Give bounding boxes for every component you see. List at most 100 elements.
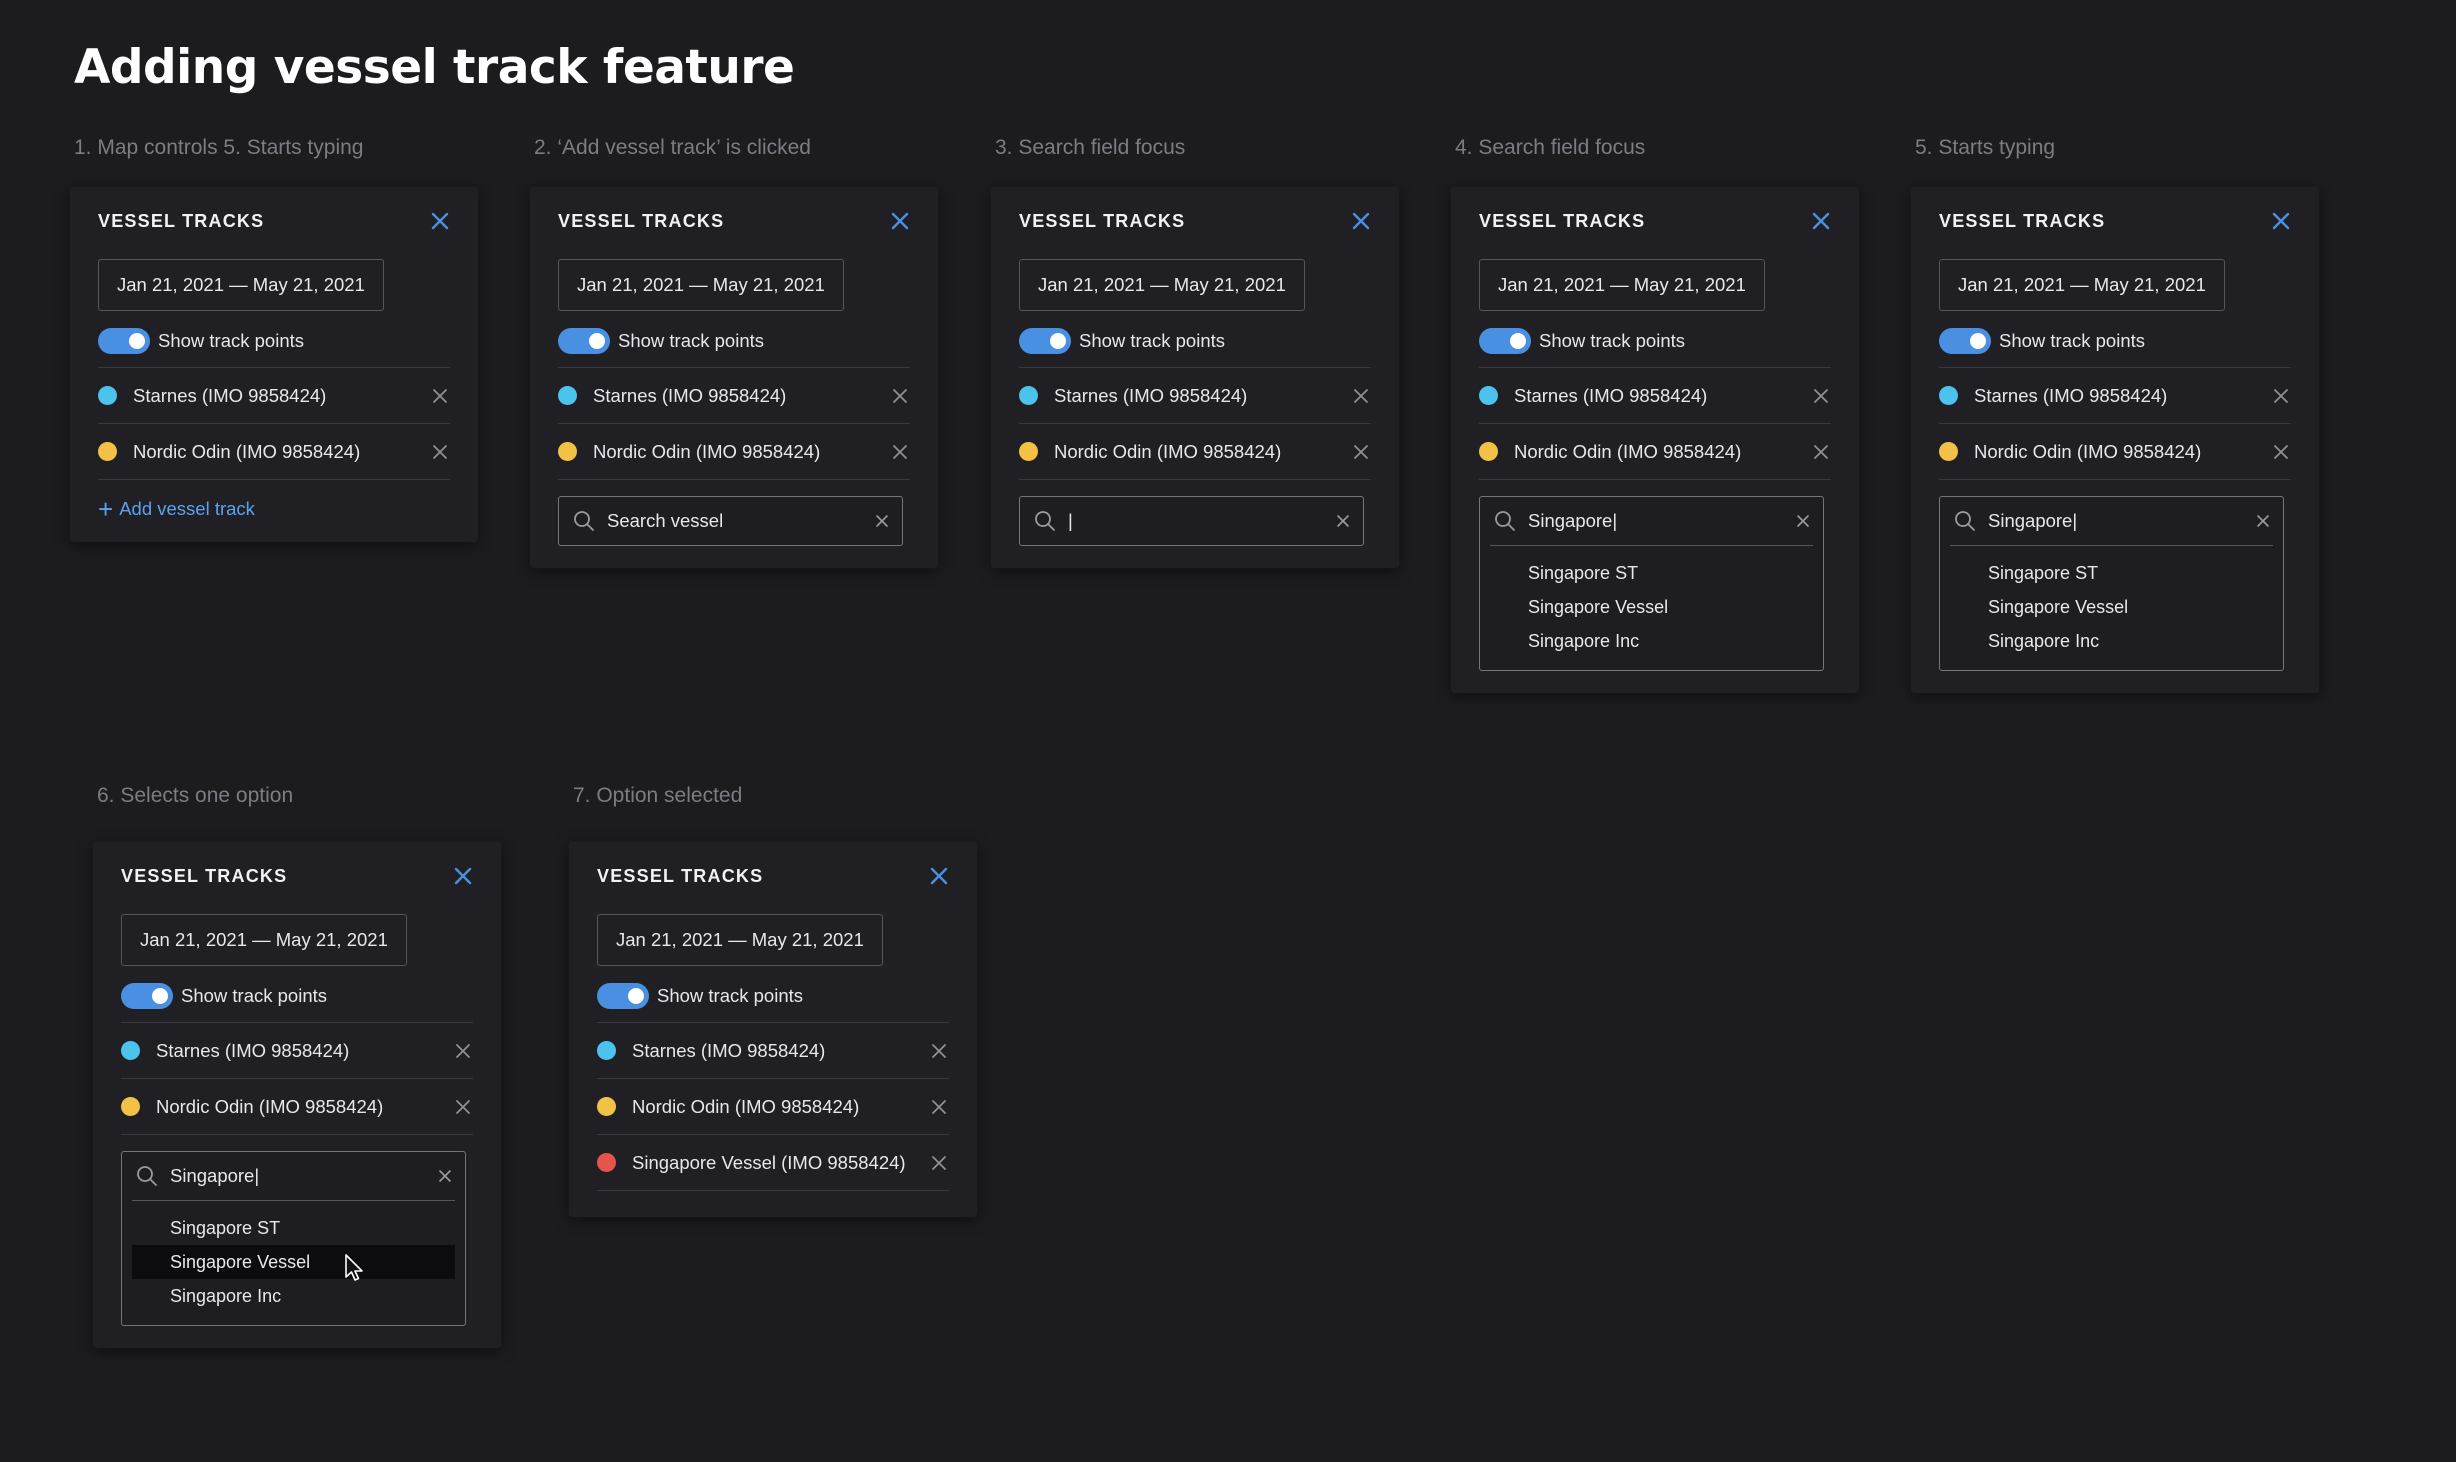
search-input-row[interactable]: Singapore| [1490,497,1813,546]
vessel-row: Singapore Vessel (IMO 9858424) [597,1135,949,1191]
date-range-field[interactable]: Jan 21, 2021 — May 21, 2021 [1019,259,1305,311]
search-input-row[interactable]: Singapore| [1950,497,2273,546]
remove-vessel-icon[interactable] [453,1097,473,1117]
step-label-6: 6. Selects one option [97,784,294,807]
search-input[interactable]: Search vessel [607,510,723,532]
panel-footer: Singapore| Singapore ST Singapore Vessel Si… [1939,496,2291,671]
toggle-knob [1510,333,1526,349]
add-vessel-track-label: Add vessel track [119,498,255,519]
toggle-knob [129,333,145,349]
vessel-color-dot [121,1041,140,1060]
remove-vessel-icon[interactable] [890,386,910,406]
track-points-toggle[interactable] [1019,328,1071,354]
close-icon[interactable] [428,209,452,233]
close-icon[interactable] [888,209,912,233]
search-option[interactable]: Singapore Inc [132,1279,455,1313]
date-range-field[interactable]: Jan 21, 2021 — May 21, 2021 [121,914,407,966]
track-points-row: Show track points [597,970,949,1023]
vessel-color-dot [98,386,117,405]
panel-header: VESSEL TRACKS [98,187,450,255]
toggle-knob [589,333,605,349]
close-icon[interactable] [1349,209,1373,233]
panel-footer: Search vessel [558,496,910,546]
clear-search-icon[interactable] [874,513,890,529]
track-points-row: Show track points [1019,315,1371,368]
panel-header: VESSEL TRACKS [121,842,473,910]
step-label-1: 1. Map controls 5. Starts typing [74,136,364,159]
search-option[interactable]: Singapore Inc [1950,624,2273,658]
search-option[interactable]: Singapore ST [1490,556,1813,590]
vessel-name: Nordic Odin (IMO 9858424) [593,440,821,462]
search-input-row[interactable]: Search vessel [559,497,902,545]
date-range-field[interactable]: Jan 21, 2021 — May 21, 2021 [1479,259,1765,311]
vessel-name: Nordic Odin (IMO 9858424) [1974,440,2202,462]
panel-title: VESSEL TRACKS [558,210,725,231]
clear-search-icon[interactable] [1335,513,1351,529]
clear-search-icon[interactable] [1795,513,1811,529]
remove-vessel-icon[interactable] [453,1041,473,1061]
search-input[interactable]: Singapore| [1528,510,1617,532]
vessel-color-dot [558,442,577,461]
track-points-toggle[interactable] [597,983,649,1009]
search-vessel-field[interactable]: Search vessel [558,496,903,546]
clear-search-icon[interactable] [2255,513,2271,529]
vessel-color-dot [558,386,577,405]
search-option[interactable]: Singapore Vessel [132,1245,455,1281]
remove-vessel-icon[interactable] [430,386,450,406]
search-vessel-field[interactable]: Singapore| Singapore ST Singapore Vessel Si… [1479,496,1824,671]
remove-vessel-icon[interactable] [929,1153,949,1173]
search-input-row[interactable]: | [1020,497,1363,545]
date-range-field[interactable]: Jan 21, 2021 — May 21, 2021 [1939,259,2225,311]
remove-vessel-icon[interactable] [1811,442,1831,462]
search-vessel-field[interactable]: Singapore| Singapore ST Singapore Vessel Si… [121,1151,466,1326]
track-points-toggle[interactable] [558,328,610,354]
close-icon[interactable] [2269,209,2293,233]
vessel-name: Starnes (IMO 9858424) [156,1039,350,1061]
search-results-dropdown: Singapore ST Singapore Vessel Singapore In… [1940,546,2283,670]
track-points-toggle[interactable] [1479,328,1531,354]
remove-vessel-icon[interactable] [1811,386,1831,406]
step-label-2: 2. ‘Add vessel track’ is clicked [534,136,811,159]
panel-footer: Singapore| Singapore ST Singapore Vessel Si… [121,1151,473,1326]
track-points-toggle[interactable] [1939,328,1991,354]
track-points-toggle[interactable] [121,983,173,1009]
vessel-tracks-panel: VESSEL TRACKS Jan 21, 2021 — May 21, 202… [1911,187,2319,693]
search-option[interactable]: Singapore ST [1950,556,2273,590]
step-label-3: 3. Search field focus [995,136,1186,159]
remove-vessel-icon[interactable] [2271,442,2291,462]
remove-vessel-icon[interactable] [1351,386,1371,406]
remove-vessel-icon[interactable] [430,442,450,462]
remove-vessel-icon[interactable] [929,1097,949,1117]
search-input[interactable]: Singapore| [170,1165,259,1187]
vessel-color-dot [1479,386,1498,405]
search-input[interactable]: Singapore| [1988,510,2077,532]
track-points-toggle[interactable] [98,328,150,354]
date-range-field[interactable]: Jan 21, 2021 — May 21, 2021 [597,914,883,966]
search-option[interactable]: Singapore Vessel [1490,590,1813,624]
vessel-color-dot [597,1153,616,1172]
search-vessel-field[interactable]: Singapore| Singapore ST Singapore Vessel Si… [1939,496,2284,671]
toggle-label: Show track points [158,330,305,351]
close-icon[interactable] [451,864,475,888]
panel-footer: | [1019,496,1371,546]
search-input-row[interactable]: Singapore| [132,1152,455,1201]
date-range-field[interactable]: Jan 21, 2021 — May 21, 2021 [558,259,844,311]
clear-search-icon[interactable] [437,1168,453,1184]
remove-vessel-icon[interactable] [1351,442,1371,462]
panel-footer [597,1191,949,1217]
search-option[interactable]: Singapore ST [132,1211,455,1245]
search-option[interactable]: Singapore Inc [1490,624,1813,658]
remove-vessel-icon[interactable] [2271,386,2291,406]
remove-vessel-icon[interactable] [929,1041,949,1061]
close-icon[interactable] [1809,209,1833,233]
search-vessel-field[interactable]: | [1019,496,1364,546]
remove-vessel-icon[interactable] [890,442,910,462]
close-icon[interactable] [927,864,951,888]
panel-title: VESSEL TRACKS [1939,210,2106,231]
add-vessel-track-button[interactable]: + Add vessel track [98,480,450,542]
vessel-tracks-panel: VESSEL TRACKS Jan 21, 2021 — May 21, 202… [530,187,938,568]
search-option[interactable]: Singapore Vessel [1950,590,2273,624]
vessel-color-dot [121,1097,140,1116]
date-range-field[interactable]: Jan 21, 2021 — May 21, 2021 [98,259,384,311]
search-input[interactable]: | [1068,510,1073,532]
